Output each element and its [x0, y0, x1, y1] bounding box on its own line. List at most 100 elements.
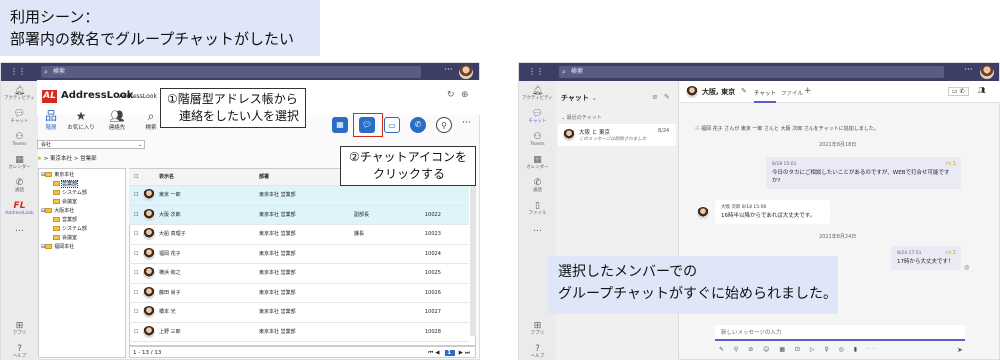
rail-chat[interactable]: 💬︎ チャット — [519, 109, 556, 125]
tree-node[interactable]: ⊟ 大阪本社 — [41, 207, 123, 216]
video-button[interactable]: ▭ — [384, 117, 400, 133]
compose-icon[interactable]: ✎ — [664, 93, 670, 101]
rail-addresslook[interactable]: FL AddressLook — [1, 201, 38, 217]
row-avatar — [143, 286, 155, 299]
like-reaction[interactable]: 👍︎ 1 — [946, 249, 956, 257]
message-input[interactable]: 新しいメッセージの入力 — [715, 325, 965, 341]
person-icon: ⚲ — [441, 121, 447, 130]
rail-teams[interactable]: ⚇ Teams — [519, 132, 556, 148]
tree-node[interactable]: 会議室 — [41, 198, 123, 207]
pager-buttons[interactable]: ⏮◀ 1 ▶⏭ — [428, 347, 472, 359]
rail-files[interactable]: ▯ ファイル — [519, 201, 556, 217]
row-checkbox[interactable]: ☐ — [134, 284, 138, 303]
like-reaction[interactable]: 👍︎ 1 — [946, 160, 956, 168]
chat-button[interactable]: 💬︎ — [359, 117, 375, 133]
row-name: 橋本 光 — [159, 309, 176, 315]
rail-activity[interactable]: 🔔︎ アクティビティ — [519, 86, 556, 102]
participants-icon[interactable]: 👥︎ — [978, 87, 986, 94]
tree-node[interactable]: 営業部 — [41, 216, 123, 225]
send-icon[interactable]: ➤ — [957, 346, 963, 354]
my-message[interactable]: 8/18 15:01 今日のタカにご相談したいことがあるのですが、WEBで打合せ… — [766, 157, 961, 189]
avatar[interactable] — [459, 65, 473, 79]
rail-help[interactable]: ? ヘルプ — [519, 344, 556, 360]
other-message[interactable]: 大阪 次郎 8/18 15:06 16時半以降からであれば大丈夫です。 — [715, 200, 830, 224]
table-row[interactable]: ☐ 橋本 光 東京本社 営業部 10027 — [129, 303, 469, 323]
company-select[interactable]: 会社 ⌄ — [37, 140, 145, 149]
row-checkbox[interactable]: ☐ — [134, 206, 138, 225]
system-message-text: 福岡 花子 さんが 東京 一郎 さんと 大阪 次郎 さんをチャットに追加しました… — [701, 126, 879, 132]
table-row[interactable]: ☐ 上野 三郎 東京本社 営業部 10028 — [129, 323, 469, 342]
calendar-button[interactable]: ▦ — [332, 117, 348, 133]
rail-help[interactable]: ? ヘルプ — [1, 344, 38, 360]
rail-calendar[interactable]: ▦ カレンダー — [519, 155, 556, 171]
tree-node[interactable]: システム部 — [41, 225, 123, 234]
row-checkbox[interactable]: ☐ — [134, 245, 138, 264]
folder-icon — [53, 190, 60, 195]
column-header[interactable]: 表示名 — [159, 169, 174, 185]
search-input[interactable]: ⌕ 検索 — [559, 66, 944, 78]
tree-label: 東京本社 — [54, 172, 75, 178]
table-row[interactable]: ☐ 東京 一郎 東京本社 営業部 — [129, 186, 469, 206]
row-name: 大阪 次郎 — [159, 211, 181, 218]
table-row[interactable]: ☐ 福岡 花子 東京本社 営業部 10024 — [129, 245, 469, 264]
row-checkbox[interactable]: ☐ — [134, 303, 138, 322]
rail-teams[interactable]: ⚇ Teams — [1, 132, 38, 148]
row-checkbox[interactable]: ☐ — [134, 323, 138, 342]
chat-title-text: チャット — [561, 94, 589, 102]
waffle-icon[interactable]: ⋮⋮ — [528, 68, 544, 76]
rail-calls[interactable]: ✆ 通話 — [1, 178, 38, 194]
table-row[interactable]: ☐ 大阪 次郎 東京本社 営業部 副部長 10022 — [129, 205, 469, 225]
table-row[interactable]: ☐ 藤田 尚子 東京本社 営業部 10026 — [129, 284, 469, 303]
rail-label: Teams — [530, 142, 545, 147]
chevron-down-icon[interactable]: ⌄ — [591, 94, 597, 102]
globe-icon[interactable]: ⊕ — [461, 90, 469, 100]
video-call-button[interactable]: ▭ ✆ — [948, 87, 969, 96]
rail-more[interactable]: … — [519, 225, 556, 234]
tree-node[interactable]: システム部 — [41, 189, 123, 198]
phone-icon: ✆ — [533, 178, 542, 188]
column-header[interactable]: 部署 — [259, 169, 269, 185]
edit-icon[interactable]: ✎ — [741, 87, 747, 95]
call-button[interactable]: ✆ — [410, 117, 426, 133]
chat-list-item[interactable]: 大阪 と 東京 このメッセージは削除されました 8/24 — [558, 124, 676, 146]
tab-chat[interactable]: チャット — [754, 89, 776, 103]
folder-icon — [53, 199, 60, 204]
tree-node-selected[interactable]: 営業部 — [41, 180, 123, 189]
caption-line-1: 利用シーン： — [10, 8, 100, 26]
toolbar-contacts[interactable]: 👥︎ 連絡先 — [104, 110, 130, 132]
rail-activity[interactable]: 🔔︎ アクティビティ — [1, 86, 38, 102]
tree-node[interactable]: ⊟ 福岡本社 — [41, 243, 123, 252]
row-checkbox[interactable]: ☐ — [134, 186, 138, 205]
rail-chat[interactable]: 💬︎ チャット — [1, 109, 38, 125]
tab-files[interactable]: ファイル — [781, 89, 803, 97]
tree-node[interactable]: 会議室 — [41, 234, 123, 243]
more-icon[interactable]: ··· — [964, 65, 973, 75]
filter-icon[interactable]: ≡ — [652, 93, 658, 101]
rail-calendar[interactable]: ▦ カレンダー — [1, 155, 38, 171]
rail-apps[interactable]: ⊞ アプリ — [1, 321, 38, 337]
add-tab-button[interactable]: + — [804, 86, 812, 96]
more-icon[interactable]: ··· — [462, 118, 471, 128]
waffle-icon[interactable]: ⋮⋮ — [10, 68, 26, 76]
toolbar-favorites[interactable]: ★ お気に入り — [66, 110, 96, 132]
rail-apps[interactable]: ⊞ アプリ — [519, 321, 556, 337]
tree-node[interactable]: ⊟ 東京本社 — [41, 171, 123, 180]
app-subtitle: AddressLook — [119, 93, 157, 100]
profile-button[interactable]: ⚲ — [436, 117, 452, 133]
search-input[interactable]: ⌕ 検索 — [41, 66, 421, 78]
table-row[interactable]: ☐ 横浜 和之 東京本社 営業部 10025 — [129, 264, 469, 284]
select-all-checkbox[interactable]: ☐ — [134, 169, 138, 185]
compose-toolbar[interactable]: ✎ ⚲ ⊘ ☺ ▦ ⊡ ▷ ♀ ◎ ▮ ·· — [719, 346, 879, 353]
refresh-icon[interactable]: ↻ — [447, 90, 455, 100]
row-checkbox[interactable]: ☐ — [134, 225, 138, 244]
more-icon[interactable]: ··· — [444, 65, 453, 75]
my-message[interactable]: 8/24 17:51 17時から大丈夫です！ 👍︎ 1 — [891, 246, 961, 270]
avatar[interactable] — [980, 65, 994, 79]
rail-more[interactable]: … — [1, 225, 38, 234]
rail-calls[interactable]: ✆ 通話 — [519, 178, 556, 194]
table-row[interactable]: ☐ 大船 真理子 東京本社 営業部 課長 10023 — [129, 225, 469, 245]
toolbar-hierarchy[interactable]: 品階層 — [38, 110, 64, 132]
row-checkbox[interactable]: ☐ — [134, 264, 138, 283]
grid-scrollbar[interactable] — [470, 186, 476, 336]
row-avatar — [143, 306, 155, 318]
